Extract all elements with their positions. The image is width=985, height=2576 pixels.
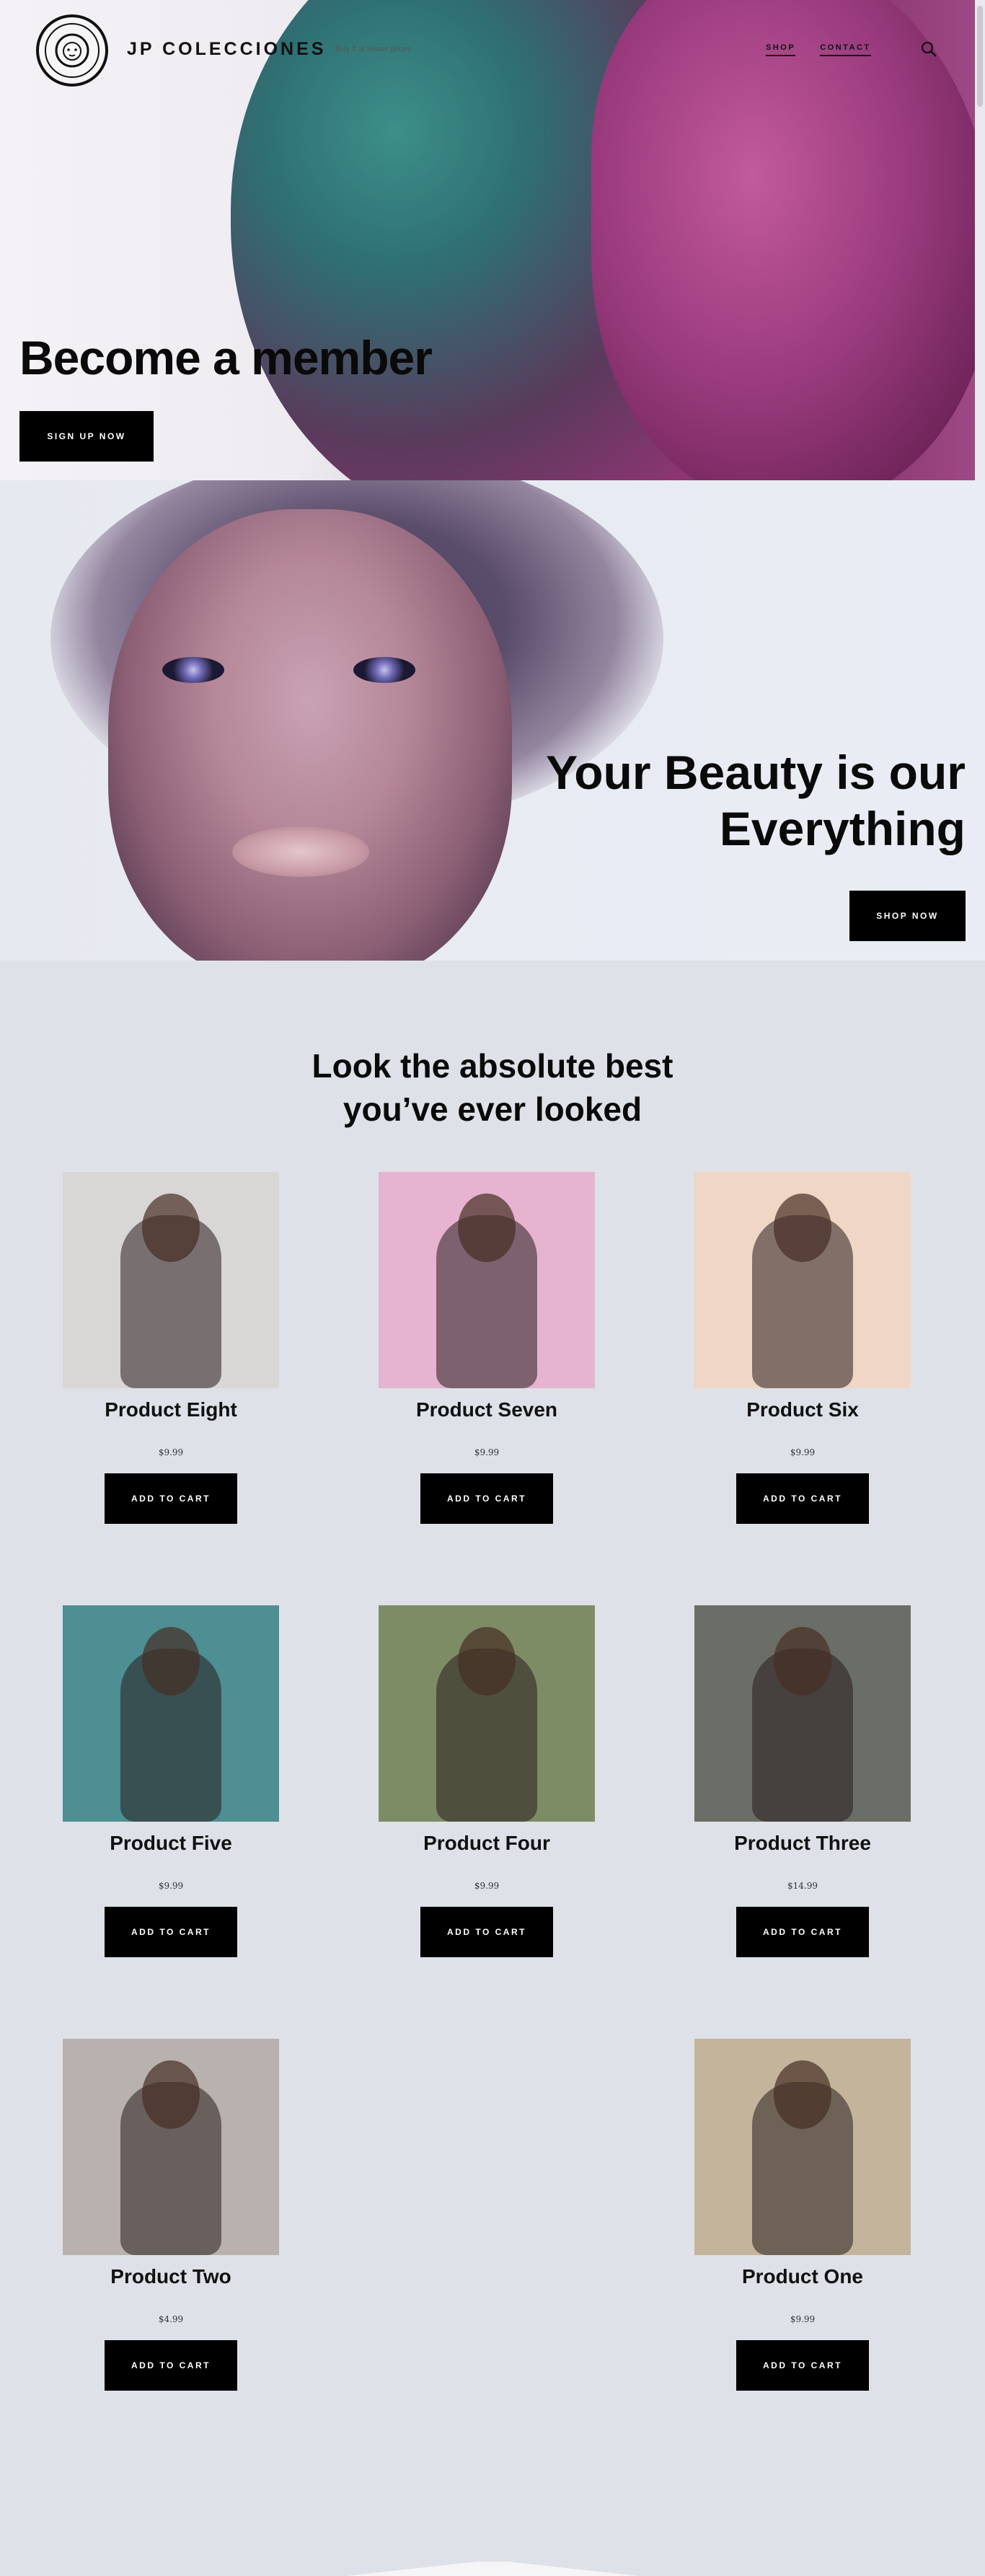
- add-to-cart-button[interactable]: ADD TO CART: [420, 1907, 553, 1957]
- model-head: [142, 2060, 200, 2129]
- sign-up-button[interactable]: SIGN UP NOW: [19, 411, 154, 462]
- main-nav: SHOP CONTACT: [766, 43, 871, 56]
- product-name[interactable]: Product Three: [694, 1832, 911, 1855]
- hero-beauty: [0, 480, 985, 961]
- hero-beauty-title: Your Beauty is our Everything: [546, 746, 966, 855]
- add-to-cart-button[interactable]: ADD TO CART: [736, 2340, 869, 2391]
- brand-tagline: Buy it at lesser prices: [336, 45, 412, 53]
- product-price: $9.99: [474, 1881, 500, 1891]
- right-eye-image: [353, 657, 415, 683]
- product-card[interactable]: Product Five $9.99 ADD TO CART: [63, 1605, 279, 1957]
- lion-logo-icon[interactable]: [36, 14, 108, 87]
- product-price: $14.99: [787, 1881, 818, 1891]
- hero-model-face-image: [108, 509, 512, 961]
- search-icon[interactable]: [920, 40, 937, 58]
- product-card[interactable]: Product Six $9.99 ADD TO CART: [694, 1172, 911, 1524]
- hero-title: Become a member: [19, 331, 433, 384]
- product-name[interactable]: Product One: [694, 2265, 911, 2288]
- product-card[interactable]: Product Seven $9.99 ADD TO CART: [379, 1172, 595, 1524]
- model-head: [774, 1627, 831, 1695]
- product-price: $9.99: [474, 1447, 500, 1457]
- model-head: [142, 1194, 200, 1262]
- logo-inner: [45, 23, 100, 78]
- product-name[interactable]: Product Six: [694, 1398, 911, 1421]
- nav-shop-link[interactable]: SHOP: [766, 43, 796, 56]
- product-card[interactable]: Product Four $9.99 ADD TO CART: [379, 1605, 595, 1957]
- product-image[interactable]: [63, 2039, 279, 2255]
- add-to-cart-button[interactable]: ADD TO CART: [736, 1473, 869, 1524]
- product-price: $4.99: [158, 2314, 184, 2324]
- product-name[interactable]: Product Four: [379, 1832, 595, 1855]
- product-price: $9.99: [158, 1447, 184, 1457]
- add-to-cart-button[interactable]: ADD TO CART: [420, 1473, 553, 1524]
- product-name[interactable]: Product Five: [63, 1832, 279, 1855]
- model-head: [458, 1627, 516, 1695]
- product-name[interactable]: Product Seven: [379, 1398, 595, 1421]
- nav-contact-link[interactable]: CONTACT: [820, 43, 871, 56]
- product-name[interactable]: Product Two: [63, 2265, 279, 2288]
- product-image[interactable]: [694, 2039, 911, 2255]
- product-price: $9.99: [790, 1447, 816, 1457]
- product-image[interactable]: [694, 1605, 911, 1822]
- add-to-cart-button[interactable]: ADD TO CART: [105, 1907, 237, 1957]
- add-to-cart-button[interactable]: ADD TO CART: [105, 1473, 237, 1524]
- product-image[interactable]: [379, 1605, 595, 1822]
- product-image[interactable]: [694, 1172, 911, 1388]
- model-head: [774, 1194, 831, 1262]
- product-card[interactable]: Product Two $4.99 ADD TO CART: [63, 2039, 279, 2391]
- product-price: $9.99: [158, 1881, 184, 1891]
- add-to-cart-button[interactable]: ADD TO CART: [736, 1907, 869, 1957]
- product-card[interactable]: Product Eight $9.99 ADD TO CART: [63, 1172, 279, 1524]
- lion-icon: [55, 33, 89, 68]
- product-image[interactable]: [63, 1172, 279, 1388]
- model-head: [458, 1194, 516, 1262]
- products-section-title: Look the absolute best you’ve ever looke…: [312, 1047, 673, 1128]
- product-price: $9.99: [790, 2314, 816, 2324]
- shop-now-button[interactable]: SHOP NOW: [849, 891, 966, 941]
- lips-image: [232, 826, 369, 877]
- footer-edge-decoration: [346, 2562, 639, 2576]
- model-head: [142, 1627, 200, 1695]
- site-header: JP COLECCIONES Buy it at lesser prices S…: [0, 0, 985, 101]
- product-name[interactable]: Product Eight: [63, 1398, 279, 1421]
- product-image[interactable]: [379, 1172, 595, 1388]
- model-head: [774, 2060, 831, 2129]
- brand-name[interactable]: JP COLECCIONES: [127, 39, 326, 60]
- left-eye-image: [162, 657, 224, 683]
- add-to-cart-button[interactable]: ADD TO CART: [105, 2340, 237, 2391]
- product-card[interactable]: Product Three $14.99 ADD TO CART: [694, 1605, 911, 1957]
- product-image[interactable]: [63, 1605, 279, 1822]
- product-card[interactable]: Product One $9.99 ADD TO CART: [694, 2039, 911, 2391]
